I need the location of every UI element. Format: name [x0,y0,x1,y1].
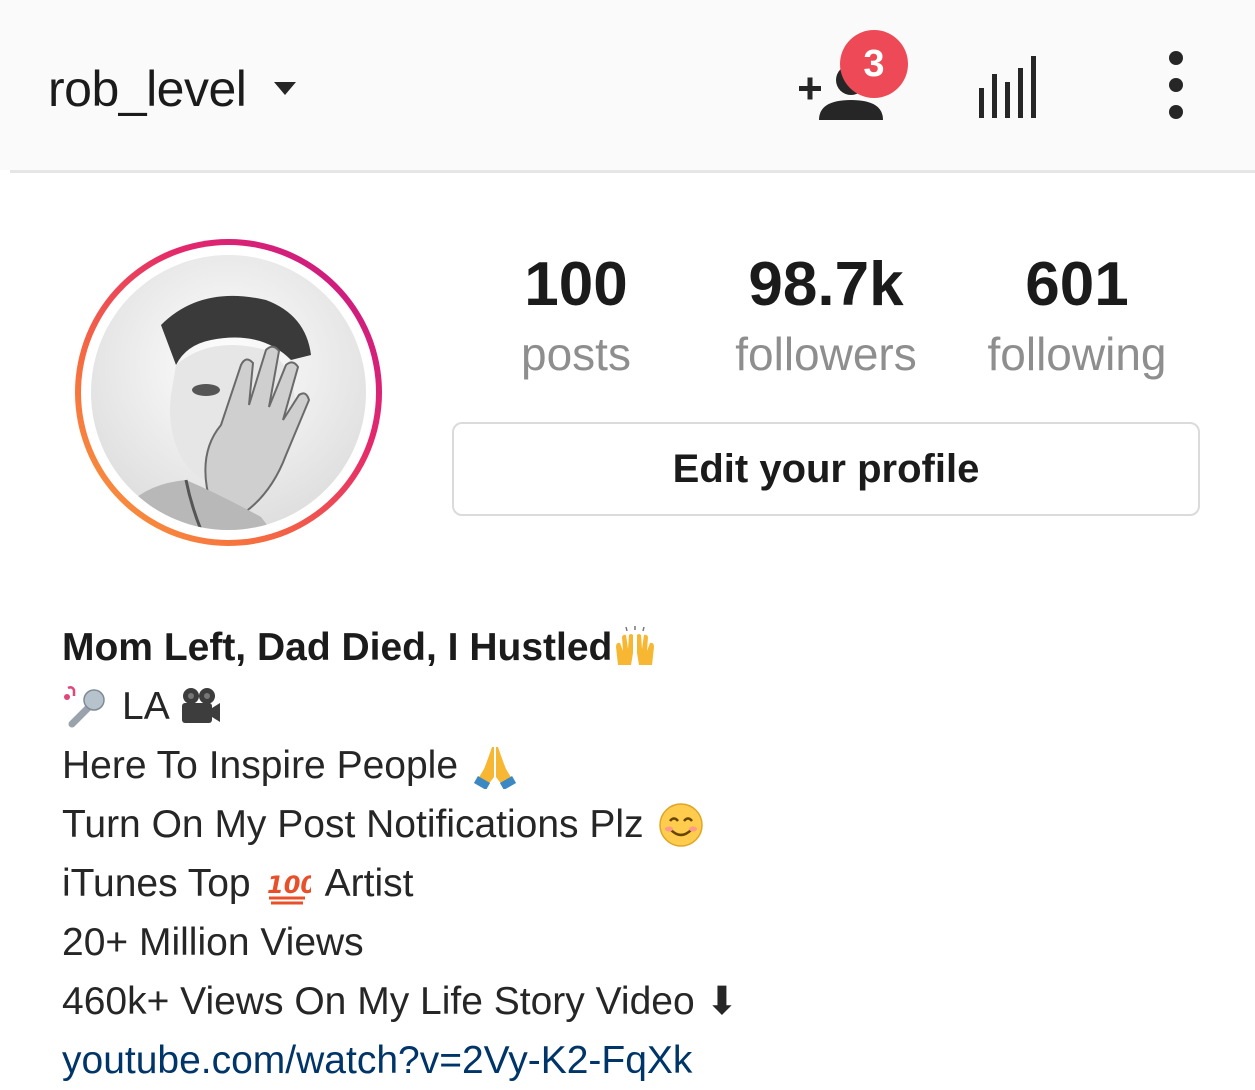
top-bar: rob_level 3 [0,0,1255,170]
account-switcher[interactable]: rob_level [48,52,297,126]
chevron-down-icon [274,82,297,95]
bio-line-location: LA [62,677,1212,736]
bio-line-inspire: Here To Inspire People [62,736,1212,795]
username: rob_level [48,61,247,117]
following-value: 601 [1025,250,1129,319]
microphone-emoji [62,684,108,730]
movie-camera-emoji [176,684,222,730]
bio-link-line: youtube.com/watch?v=2Vy-K2-FqXk [62,1031,1212,1090]
bio-line-itunes: iTunes Top 100 Artist [62,854,1212,913]
posts-count[interactable]: 100 posts [446,248,706,384]
followers-count[interactable]: 98.7k followers [696,248,956,384]
followers-label: followers [735,328,917,380]
itunes-text-after: Artist [324,862,414,905]
bio-line-notifications: Turn On My Post Notifications Plz [62,795,1212,854]
insights-button[interactable] [970,48,1046,124]
bio-website-link[interactable]: youtube.com/watch?v=2Vy-K2-FqXk [62,1031,692,1090]
posts-label: posts [521,328,631,380]
edit-profile-button[interactable]: Edit your profile [452,422,1200,516]
svg-text:100: 100 [267,871,311,899]
bio: Mom Left, Dad Died, I Hustled LA Here To… [62,618,1212,1090]
profile-photo [91,255,366,530]
discover-people-button[interactable]: 3 [795,30,915,130]
profile-photo-ring[interactable] [75,239,382,546]
bar-chart-icon [979,56,1036,118]
views-text: 20+ Million Views [62,921,364,964]
full-name: Mom Left, Dad Died, I Hustled [62,626,613,669]
profile-photo-border [81,245,376,540]
following-count[interactable]: 601 following [947,248,1207,384]
location-text: LA [122,685,170,728]
following-label: following [987,328,1167,380]
folded-hands-emoji [472,743,518,789]
smiling-face-emoji [658,802,704,848]
followers-value: 98.7k [748,250,904,319]
inspire-text: Here To Inspire People [62,744,459,787]
itunes-text-before: iTunes Top [62,862,251,905]
bio-line-video: 460k+ Views On My Life Story Video ⬇ [62,972,1212,1031]
video-text: 460k+ Views On My Life Story Video ⬇ [62,980,739,1023]
more-vertical-icon [1169,51,1183,119]
notifications-text: Turn On My Post Notifications Plz [62,803,644,846]
bio-name-line: Mom Left, Dad Died, I Hustled [62,618,1212,677]
posts-value: 100 [524,250,628,319]
bio-line-views: 20+ Million Views [62,913,1212,972]
notification-badge: 3 [840,30,908,98]
raising-hands-emoji [612,625,658,671]
options-button[interactable] [1150,48,1202,124]
top-bar-divider [10,170,1255,173]
hundred-points-emoji: 100 [265,861,311,907]
